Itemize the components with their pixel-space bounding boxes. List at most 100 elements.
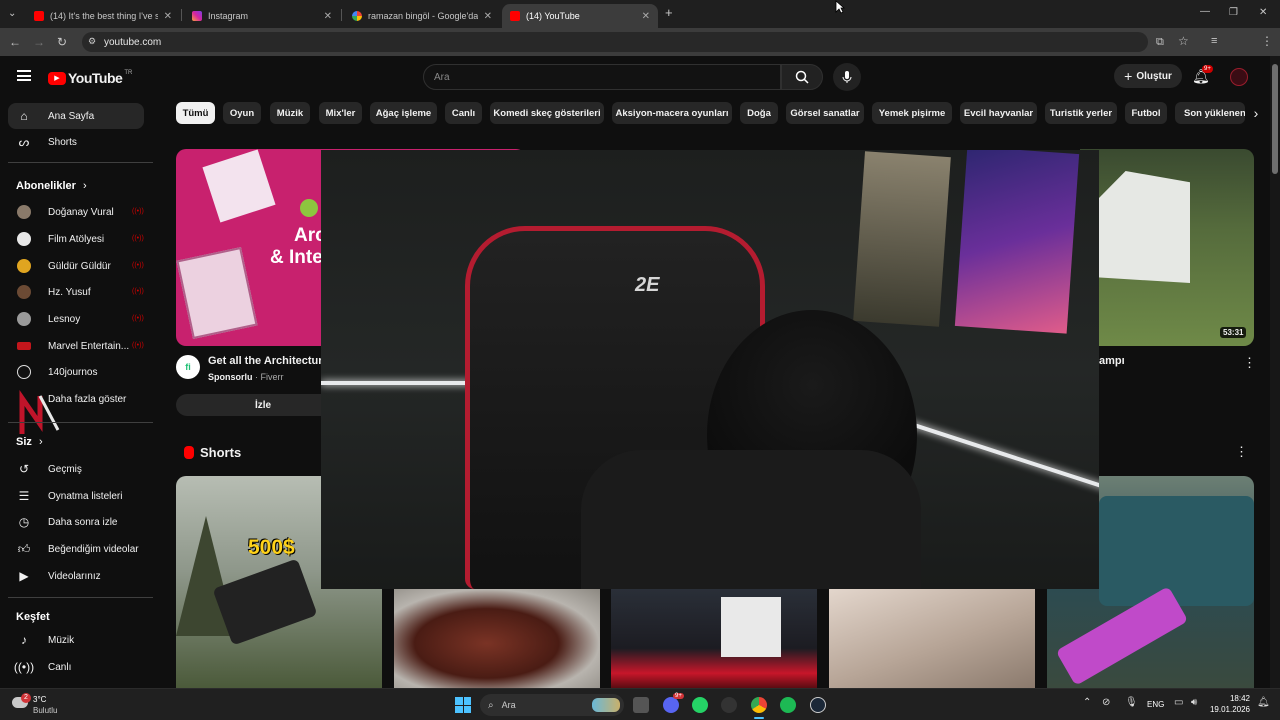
tab-4-active[interactable]: (14) YouTube ✕ (502, 4, 658, 28)
spotify-icon[interactable] (780, 697, 796, 713)
chip[interactable]: Ağaç işleme (370, 102, 437, 124)
app-icon[interactable] (721, 697, 737, 713)
sidebar-sub-6[interactable]: 140journos (8, 359, 144, 385)
new-tab-icon[interactable]: + (665, 6, 673, 19)
chip[interactable]: Mix'ler (319, 102, 362, 124)
sidebar-item-watch-later[interactable]: ◷ Daha sonra izle (8, 509, 144, 535)
tab-1[interactable]: (14) It's the best thing I've seen ✕ (26, 4, 180, 28)
scrollbar-thumb[interactable] (1272, 64, 1278, 174)
chip[interactable]: Görsel sanatlar (786, 102, 864, 124)
close-icon[interactable]: ✕ (642, 11, 650, 22)
tab-search-icon[interactable]: ⌄ (8, 8, 16, 20)
bookmark-star-icon[interactable]: ☆ (1178, 35, 1189, 47)
tray-microphone-icon[interactable]: 🎙︎ (1125, 697, 1138, 708)
sidebar-sub-0[interactable]: Doğanay Vural ((•)) (8, 199, 144, 225)
tray-overflow-icon[interactable]: ⌃ (1083, 697, 1091, 708)
sidebar-item-your-videos[interactable]: ▶ Videolarınız (8, 563, 144, 589)
sidebar-item-live[interactable]: ((•)) Canlı (8, 654, 144, 680)
page-scrollbar[interactable] (1270, 56, 1280, 688)
chrome-icon[interactable] (751, 697, 767, 713)
install-icon[interactable]: ⧉ (1156, 36, 1164, 48)
tab-2[interactable]: Instagram ✕ (184, 4, 340, 28)
sidebar-item-liked[interactable]: 👍︎ Beğendiğim videolar (8, 536, 144, 562)
chip[interactable]: Son yüklenen (1175, 102, 1245, 124)
language-indicator[interactable]: ENG (1147, 700, 1164, 709)
search-box[interactable]: Ara (423, 64, 781, 90)
search-button[interactable] (781, 64, 823, 90)
close-icon[interactable]: ✕ (164, 11, 172, 22)
video-menu-icon[interactable]: ⋮ (1243, 355, 1256, 371)
video-title[interactable]: ampı (1099, 355, 1125, 367)
notification-bell-icon[interactable]: 🔔︎ (1257, 697, 1270, 708)
sidebar-sub-2[interactable]: Güldür Güldür ((•)) (8, 253, 144, 279)
reload-icon[interactable]: ↻ (57, 36, 67, 48)
voice-search-button[interactable] (833, 63, 861, 91)
sidebar-item-playlists[interactable]: ☰ Oynatma listeleri (8, 483, 144, 509)
sidebar-sub-4[interactable]: Lesnoy ((•)) (8, 306, 144, 332)
volume-icon[interactable]: 🔊︎ (1191, 697, 1197, 708)
sidebar-sub-3[interactable]: Hz. Yusuf ((•)) (8, 279, 144, 305)
video-thumbnail[interactable]: 53:31 (1080, 149, 1254, 346)
back-icon[interactable]: ← (9, 36, 21, 48)
sidebar-item-home[interactable]: ⌂ Ana Sayfa (8, 103, 144, 129)
chip[interactable]: Canlı (445, 102, 482, 124)
chip[interactable]: Evcil hayvanlar (960, 102, 1037, 124)
chip[interactable]: Turistik yerler (1045, 102, 1117, 124)
steam-icon[interactable] (810, 697, 826, 713)
weather-widget[interactable]: 2 3°C Bulutlu (10, 693, 90, 717)
chip[interactable]: Yemek pişirme (872, 102, 952, 124)
chip[interactable]: Oyun (223, 102, 261, 124)
chip[interactable]: Müzik (270, 102, 310, 124)
short-thumbnail[interactable] (829, 589, 1035, 688)
ad-title[interactable]: Get all the Architectural (208, 355, 332, 367)
sidebar-sub-1[interactable]: Film Atölyesi ((•)) (8, 226, 144, 252)
shorts-menu-icon[interactable]: ⋮ (1235, 444, 1248, 460)
ad-graphic-box (202, 149, 276, 223)
taskbar-search[interactable]: ⌕ Ara (480, 694, 624, 716)
media-control-icon[interactable]: ≡ (1211, 35, 1217, 47)
discord-icon[interactable] (663, 697, 679, 713)
tray-app-icon[interactable]: ⊘ (1102, 697, 1110, 708)
forward-icon[interactable]: → (33, 36, 45, 48)
close-icon[interactable]: ✕ (484, 11, 492, 22)
sidebar-item-shorts[interactable]: ᔕ Shorts (8, 129, 144, 155)
maximize-icon[interactable]: ❐ (1229, 7, 1238, 19)
address-bar[interactable]: ⚙ youtube.com (82, 32, 1148, 52)
chips-next-button[interactable]: › (1245, 102, 1267, 124)
minimize-icon[interactable]: — (1200, 6, 1210, 18)
chip[interactable]: Doğa (740, 102, 778, 124)
youtube-logo[interactable]: ▶ YouTube TR (48, 70, 132, 86)
sidebar-sub-5[interactable]: Marvel Entertain... ((•)) (8, 333, 144, 359)
sidebar-item-music[interactable]: ♪ Müzik (8, 627, 144, 653)
menu-kebab-icon[interactable]: ⋮ (1261, 35, 1273, 47)
site-info-icon[interactable]: ⚙ (88, 36, 96, 47)
chip[interactable]: Aksiyon-macera oyunları (612, 102, 732, 124)
notifications-button[interactable]: 🔔︎ 9+ (1192, 65, 1213, 86)
youtube-page: ▶ YouTube TR Ara + Oluştur 🔔︎ 9+ ⌂ Ana S… (0, 56, 1270, 688)
chip[interactable]: Komedi skeç gösterileri (490, 102, 604, 124)
tab-title: ramazan bingöl - Google'da Ara (368, 11, 478, 21)
network-icon[interactable]: ▭ (1174, 697, 1183, 708)
whatsapp-icon[interactable] (692, 697, 708, 713)
create-button[interactable]: + Oluştur (1114, 64, 1182, 88)
channel-name: Doğanay Vural (48, 206, 114, 218)
sidebar-divider (8, 162, 153, 163)
subscriptions-heading[interactable]: Abonelikler › (16, 180, 87, 192)
short-thumbnail[interactable] (611, 589, 817, 688)
clock-time[interactable]: 18:42 (1224, 694, 1250, 703)
ad-advertiser-avatar[interactable]: fi (176, 355, 200, 379)
region-code: TR (124, 70, 133, 76)
sidebar-item-history[interactable]: ↺ Geçmiş (8, 456, 144, 482)
account-avatar[interactable] (1230, 68, 1248, 86)
you-heading[interactable]: Siz › (16, 436, 43, 448)
close-window-icon[interactable]: ✕ (1259, 7, 1267, 19)
chip-all[interactable]: Tümü (176, 102, 215, 124)
tab-3[interactable]: ramazan bingöl - Google'da Ara ✕ (344, 4, 500, 28)
clock-date[interactable]: 19.01.2026 (1206, 705, 1250, 714)
close-icon[interactable]: ✕ (324, 11, 332, 22)
windows-start-icon[interactable] (455, 697, 471, 713)
task-view-icon[interactable] (633, 697, 649, 713)
chip[interactable]: Futbol (1125, 102, 1167, 124)
hamburger-menu-icon[interactable] (17, 70, 31, 81)
short-thumbnail[interactable] (394, 589, 600, 688)
